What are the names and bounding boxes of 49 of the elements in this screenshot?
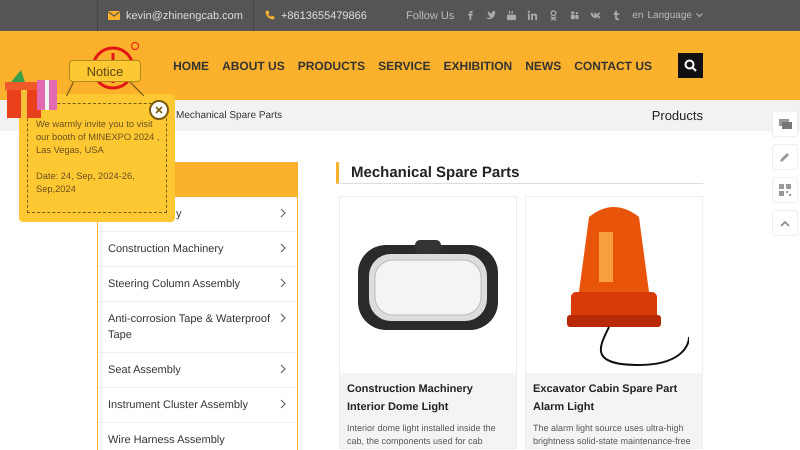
sidebar-item[interactable]: Seat Assembly bbox=[98, 353, 297, 388]
section-title: Mechanical Spare Parts bbox=[336, 162, 703, 184]
sidebar-item[interactable]: Steering Column Assembly bbox=[98, 267, 297, 302]
page-title: Products bbox=[652, 108, 703, 123]
product-description: Interior dome light installed inside the cab, the components used for cab bbox=[346, 422, 497, 448]
follow-label: Follow Us bbox=[406, 10, 454, 22]
chat-icon[interactable] bbox=[772, 111, 798, 137]
notice-label: Notice bbox=[69, 60, 141, 82]
nav-link[interactable]: HOME bbox=[173, 58, 210, 72]
search-button[interactable] bbox=[678, 53, 703, 78]
sidebar-item[interactable]: Anti-corrosion Tape & Waterproof Tape bbox=[98, 302, 297, 353]
sidebar-item[interactable]: Instrument Cluster Assembly bbox=[98, 388, 297, 423]
email-link[interactable]: kevin@zhinengcab.com bbox=[126, 10, 243, 22]
back-to-top-icon[interactable] bbox=[772, 210, 798, 236]
product-title[interactable]: Construction Machinery Interior Dome Light bbox=[340, 373, 516, 422]
nav-link[interactable]: EXHIBITION bbox=[444, 58, 512, 72]
nav-link[interactable]: SERVICE bbox=[378, 58, 431, 72]
language-dropdown[interactable]: Language bbox=[648, 10, 692, 21]
phone-number: +8613655479866 bbox=[280, 10, 367, 22]
nav-link[interactable]: ABOUT US bbox=[222, 58, 285, 72]
product-title[interactable]: Excavator Cabin Spare Part Alarm Light bbox=[526, 373, 702, 422]
nav-link[interactable]: NEWS bbox=[525, 58, 562, 72]
vk-icon[interactable] bbox=[590, 10, 602, 21]
pencil-icon[interactable] bbox=[772, 144, 798, 170]
phone-icon bbox=[264, 10, 275, 21]
search-icon bbox=[684, 59, 697, 72]
notice-message: We warmly invite you to visit our booth of MINEXPO 2024 , Las Vegas, USA bbox=[36, 118, 161, 157]
sidebar-item[interactable]: Wire Harness Assembly bbox=[98, 423, 297, 450]
sidebar-item[interactable]: Construction Machinery bbox=[98, 232, 297, 267]
close-icon bbox=[155, 106, 163, 114]
tumblr-icon[interactable] bbox=[611, 10, 622, 21]
product-card[interactable]: Construction Machinery Interior Dome Light Interior dome light installed inside the cab, the components used for cab bbox=[339, 196, 517, 449]
nav-link[interactable]: CONTACT US bbox=[574, 58, 652, 72]
mail-icon bbox=[108, 11, 120, 20]
group-icon[interactable] bbox=[569, 10, 580, 21]
notice-date: Date: 24, Sep, 2024-26, Sep,2024 bbox=[36, 170, 136, 196]
youtube-icon[interactable] bbox=[506, 10, 518, 21]
nav-link[interactable]: PRODUCTS bbox=[298, 58, 366, 72]
language-code: en bbox=[632, 10, 644, 21]
odnoklassniki-icon[interactable] bbox=[548, 10, 560, 21]
qr-code-icon[interactable] bbox=[772, 177, 798, 203]
leader-line bbox=[130, 82, 144, 96]
twitter-icon[interactable] bbox=[485, 10, 496, 21]
breadcrumb-current: Mechanical Spare Parts bbox=[176, 110, 282, 121]
product-description: The alarm light source uses ultra-high brightness solid-state maintenance-free bbox=[532, 422, 692, 448]
linkedin-icon[interactable] bbox=[527, 10, 538, 21]
caret-icon bbox=[696, 13, 703, 18]
leader-line bbox=[66, 82, 74, 96]
product-card[interactable]: Excavator Cabin Spare Part Alarm Light The alarm light source uses ultra-high brightness solid-state maintenance-free bbox=[525, 196, 703, 449]
